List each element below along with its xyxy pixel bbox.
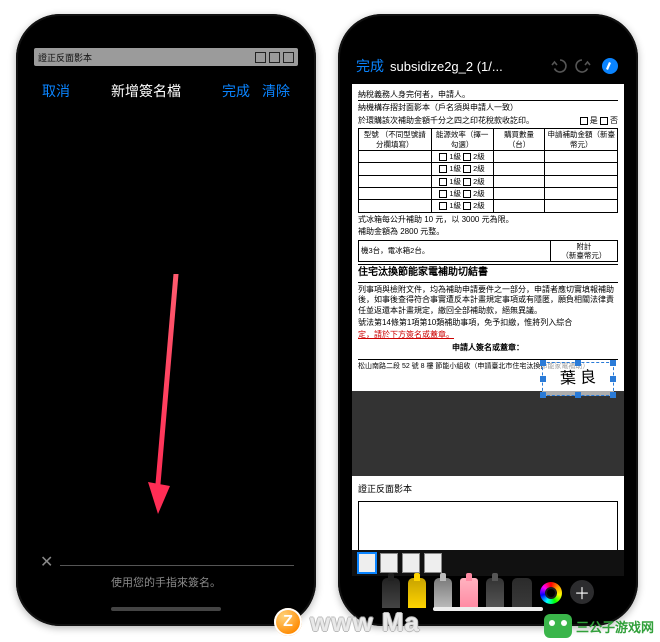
checkbox-icon[interactable] — [439, 153, 447, 161]
phone-left: 證正反面影本 取消 新增簽名檔 完成 清除 — [16, 14, 316, 626]
checkbox-icon[interactable] — [580, 117, 588, 125]
done-button[interactable]: 完成 — [216, 81, 256, 101]
col-qty: 購買數量（台） — [493, 129, 545, 151]
checkbox-icon[interactable] — [439, 178, 447, 186]
page-thumbnail-strip[interactable] — [352, 550, 624, 576]
resize-handle[interactable] — [575, 360, 581, 366]
add-annotation-button[interactable]: ＋ — [570, 580, 594, 604]
checkbox-icon[interactable] — [439, 190, 447, 198]
placed-signature[interactable]: 葉 良 — [542, 362, 614, 396]
col-model: 型號 （不同型號請分欄填寫） — [359, 129, 432, 151]
checkbox-icon[interactable] — [439, 165, 447, 173]
background-doc-title: 證正反面影本 — [38, 51, 92, 64]
document-viewport[interactable]: 納稅義務人身完何者，申請人。 納機構存摺封面影本（戶名須與申請人一致） 於環購該… — [352, 84, 624, 560]
window-control-icon — [255, 52, 266, 63]
markup-toggle-icon[interactable] — [600, 56, 620, 76]
window-control-icon — [283, 52, 294, 63]
markup-tool-tray: ＋ — [348, 574, 628, 608]
declaration-title: 住宅汰換節能家電補助切結書 — [358, 264, 618, 283]
id-copy-placeholder — [358, 501, 618, 553]
table-row: 1級 2級 — [359, 175, 618, 187]
ruler-tool[interactable] — [512, 578, 532, 608]
eraser-tool[interactable] — [460, 578, 478, 608]
pencil-tool[interactable] — [434, 578, 452, 608]
checkbox-icon[interactable] — [463, 178, 471, 186]
resize-handle[interactable] — [540, 360, 546, 366]
sign-label: 申請人簽名或蓋章： — [358, 343, 618, 353]
background-window-titlebar: 證正反面影本 — [34, 48, 298, 66]
home-indicator[interactable] — [111, 607, 221, 611]
resize-handle[interactable] — [540, 392, 546, 398]
annotation-arrow-icon — [146, 274, 186, 514]
table-row: 1級 2級 — [359, 150, 618, 162]
doc-line: 納機構存摺封面影本（戶名須與申請人一致） — [358, 103, 618, 113]
checkbox-icon[interactable] — [463, 190, 471, 198]
signature-glyph: 葉 良 — [560, 368, 597, 389]
doc-line: 於環購該次補助金額千分之四之印花稅款收訖印。 是 否 — [358, 116, 618, 126]
checkbox-icon[interactable] — [600, 117, 608, 125]
redo-icon[interactable] — [574, 56, 594, 76]
notch — [101, 24, 231, 46]
color-picker-icon[interactable] — [540, 582, 562, 604]
notch — [423, 24, 553, 46]
page-thumbnail[interactable] — [402, 553, 420, 573]
checkbox-icon[interactable] — [463, 165, 471, 173]
signature-clear-x-icon[interactable]: ✕ — [40, 552, 53, 572]
cancel-button[interactable]: 取消 — [36, 81, 76, 101]
col-amount: 申請補助金額（新臺幣元） — [545, 129, 618, 151]
pen-tool[interactable] — [382, 578, 400, 608]
signature-baseline — [60, 565, 294, 566]
declaration-red-line: 定，請於下方簽名或蓋章。 — [358, 330, 618, 340]
signature-canvas[interactable] — [26, 114, 306, 556]
window-controls — [255, 52, 294, 63]
document-page-2[interactable]: 證正反面影本 — [352, 476, 624, 556]
done-button[interactable]: 完成 — [356, 56, 384, 76]
doc-note: 式冰箱每公升補助 10 元，以 3000 元為限。 — [358, 215, 618, 225]
resize-handle[interactable] — [540, 376, 546, 382]
watermark-sgz: 三公子游戏网 — [544, 614, 654, 638]
document-title: subsidize2g_2 (1/... — [390, 59, 542, 74]
page2-label: 證正反面影本 — [358, 482, 618, 495]
subsidy-table: 型號 （不同型號請分欄填寫） 能源效率（擇一勾選） 購買數量（台） 申請補助金額… — [358, 128, 618, 213]
signature-title: 新增簽名檔 — [76, 81, 216, 101]
markup-screen: 23:56 完成 subsidize2g_2 (1/... — [348, 24, 628, 616]
resize-handle[interactable] — [610, 376, 616, 382]
window-control-icon — [269, 52, 280, 63]
resize-handle[interactable] — [610, 392, 616, 398]
clear-button[interactable]: 清除 — [256, 81, 296, 101]
table-row: 1級 2級 — [359, 163, 618, 175]
markup-navbar: 完成 subsidize2g_2 (1/... — [348, 50, 628, 82]
page-thumbnail[interactable] — [358, 553, 376, 573]
resize-handle[interactable] — [610, 360, 616, 366]
document-page-1[interactable]: 納稅義務人身完何者，申請人。 納機構存摺封面影本（戶名須與申請人一致） 於環購該… — [352, 84, 624, 391]
declaration-body: 列事項與檢附文件，均為補助申請要件之一部分，申請者應切實填報補助後，如事後查得符… — [358, 285, 618, 316]
signature-toolbar: 取消 新增簽名檔 完成 清除 — [26, 74, 306, 108]
table-row: 1級 2級 — [359, 200, 618, 212]
home-indicator[interactable] — [433, 607, 543, 611]
subtotal-table: 機3台，電冰箱2台。 附計 （新臺幣元） — [358, 240, 618, 263]
checkbox-icon[interactable] — [463, 202, 471, 210]
doc-note: 補助金額為 2800 元整。 — [358, 227, 618, 237]
col-efficiency: 能源效率（擇一勾選） — [431, 129, 493, 151]
lasso-tool[interactable] — [486, 578, 504, 608]
declaration-body: 號法第14條第1項第10類補助事項，免予扣繳，惟將列入綜合 — [358, 318, 618, 328]
resize-handle[interactable] — [575, 392, 581, 398]
highlighter-tool[interactable] — [408, 578, 426, 608]
table-row: 1級 2級 — [359, 188, 618, 200]
signature-screen: 證正反面影本 取消 新增簽名檔 完成 清除 — [26, 24, 306, 616]
watermark-sgz-label: 三公子游戏网 — [576, 617, 654, 636]
signature-hint: 使用您的手指來簽名。 — [26, 574, 306, 590]
undo-icon[interactable] — [548, 56, 568, 76]
phone-right: 23:56 完成 subsidize2g_2 (1/... — [338, 14, 638, 626]
watermark-z-icon: Z — [274, 608, 302, 636]
doc-line: 納稅義務人身完何者，申請人。 — [358, 90, 618, 101]
watermark-text: www Ma — [310, 607, 420, 638]
robot-icon — [544, 614, 572, 638]
page-thumbnail[interactable] — [380, 553, 398, 573]
checkbox-icon[interactable] — [463, 153, 471, 161]
checkbox-icon[interactable] — [439, 202, 447, 210]
page-thumbnail[interactable] — [424, 553, 442, 573]
